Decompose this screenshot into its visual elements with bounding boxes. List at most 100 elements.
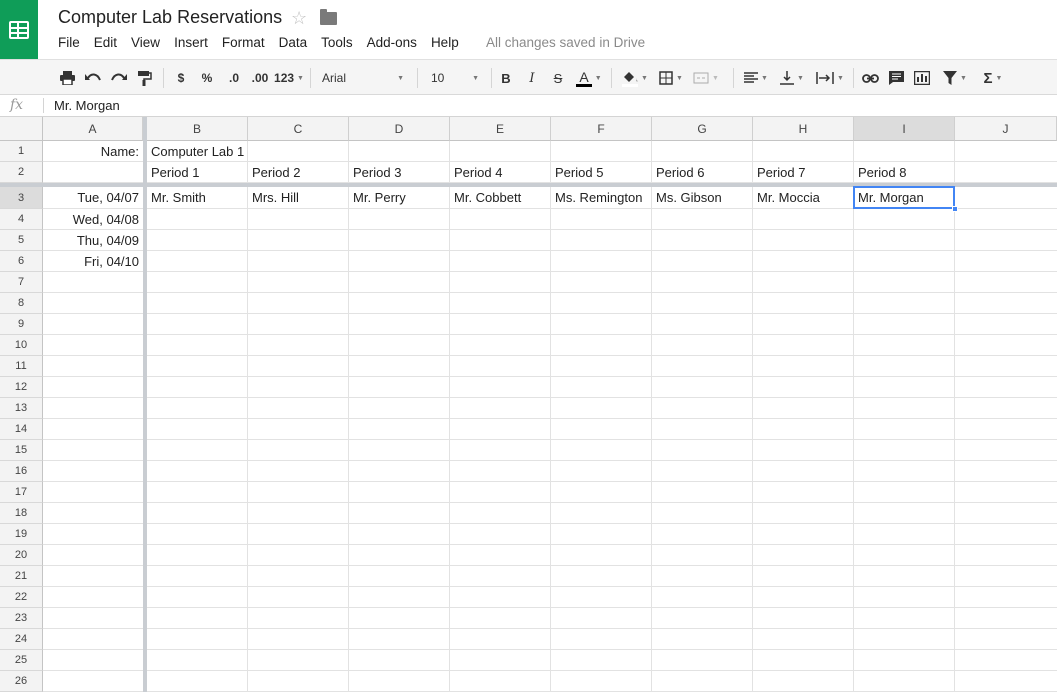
row-header-3[interactable]: 3 [0, 187, 43, 209]
row-header-24[interactable]: 24 [0, 629, 43, 650]
currency-button[interactable]: $ [173, 67, 189, 89]
menu-file[interactable]: File [58, 35, 80, 50]
print-icon[interactable] [58, 67, 76, 89]
cell-b1[interactable]: Computer Lab 1 [151, 144, 244, 159]
row-header-22[interactable]: 22 [0, 587, 43, 608]
menu-tools[interactable]: Tools [321, 35, 353, 50]
menu-data[interactable]: Data [279, 35, 308, 50]
cell-a6[interactable]: Fri, 04/10 [43, 254, 139, 269]
column-header-b[interactable]: B [147, 117, 248, 141]
comment-icon[interactable] [886, 67, 906, 89]
row-header-14[interactable]: 14 [0, 419, 43, 440]
menu-help[interactable]: Help [431, 35, 459, 50]
row-header-20[interactable]: 20 [0, 545, 43, 566]
row-header-19[interactable]: 19 [0, 524, 43, 545]
menu-add-ons[interactable]: Add-ons [367, 35, 417, 50]
cell-a3[interactable]: Tue, 04/07 [43, 190, 139, 205]
column-header-a[interactable]: A [43, 117, 143, 141]
cell-d2[interactable]: Period 3 [353, 165, 401, 180]
cell-f2[interactable]: Period 5 [555, 165, 603, 180]
formula-input[interactable]: Mr. Morgan [54, 98, 120, 113]
cell-f3[interactable]: Ms. Remington [555, 190, 642, 205]
freeze-row-handle[interactable] [0, 183, 1057, 187]
row-header-23[interactable]: 23 [0, 608, 43, 629]
column-header-c[interactable]: C [248, 117, 349, 141]
functions-button[interactable]: Σ ▼ [978, 67, 1008, 89]
row-header-13[interactable]: 13 [0, 398, 43, 419]
cell-a5[interactable]: Thu, 04/09 [43, 233, 139, 248]
row-header-25[interactable]: 25 [0, 650, 43, 671]
percent-button[interactable]: % [199, 67, 215, 89]
menu-format[interactable]: Format [222, 35, 265, 50]
decrease-decimals-button[interactable]: .0 [224, 67, 244, 89]
row-header-7[interactable]: 7 [0, 272, 43, 293]
row-header-18[interactable]: 18 [0, 503, 43, 524]
menu-edit[interactable]: Edit [94, 35, 117, 50]
cell-e3[interactable]: Mr. Cobbett [454, 190, 521, 205]
menu-insert[interactable]: Insert [174, 35, 208, 50]
row-header-9[interactable]: 9 [0, 314, 43, 335]
text-wrap-button[interactable]: ▼ [812, 67, 848, 89]
save-status[interactable]: All changes saved in Drive [486, 35, 645, 50]
borders-button[interactable]: ▼ [656, 67, 686, 89]
vertical-align-button[interactable]: ▼ [776, 67, 808, 89]
row-header-10[interactable]: 10 [0, 335, 43, 356]
cell-b3[interactable]: Mr. Smith [151, 190, 206, 205]
folder-icon[interactable] [320, 9, 337, 25]
cell-e2[interactable]: Period 4 [454, 165, 502, 180]
cell-h2[interactable]: Period 7 [757, 165, 805, 180]
font-family-select[interactable]: Arial ▼ [318, 67, 408, 89]
chart-icon[interactable] [912, 67, 932, 89]
italic-button[interactable]: I [524, 67, 540, 89]
row-header-17[interactable]: 17 [0, 482, 43, 503]
strikethrough-button[interactable]: S [550, 67, 566, 89]
cell-h3[interactable]: Mr. Moccia [757, 190, 820, 205]
font-size-select[interactable]: 10 ▼ [427, 67, 483, 89]
undo-icon[interactable] [84, 67, 102, 89]
column-header-j[interactable]: J [955, 117, 1057, 141]
row-header-8[interactable]: 8 [0, 293, 43, 314]
fill-handle[interactable] [952, 206, 958, 212]
redo-icon[interactable] [110, 67, 128, 89]
merge-cells-button[interactable]: ▼ [690, 67, 722, 89]
sheets-logo[interactable] [0, 0, 38, 59]
cell-a4[interactable]: Wed, 04/08 [43, 212, 139, 227]
row-header-11[interactable]: 11 [0, 356, 43, 377]
cell-g2[interactable]: Period 6 [656, 165, 704, 180]
fill-color-button[interactable]: ▼ [619, 67, 651, 89]
cell-a1[interactable]: Name: [43, 144, 139, 159]
row-header-2[interactable]: 2 [0, 162, 43, 183]
freeze-column-handle[interactable] [143, 117, 147, 692]
link-icon[interactable] [860, 67, 880, 89]
row-header-15[interactable]: 15 [0, 440, 43, 461]
document-title[interactable]: Computer Lab Reservations [58, 7, 282, 28]
row-header-4[interactable]: 4 [0, 209, 43, 230]
column-header-d[interactable]: D [349, 117, 450, 141]
cell-g3[interactable]: Ms. Gibson [656, 190, 722, 205]
cell-d3[interactable]: Mr. Perry [353, 190, 406, 205]
horizontal-align-button[interactable]: ▼ [740, 67, 772, 89]
more-formats-button[interactable]: 123 ▼ [274, 67, 304, 89]
star-icon[interactable]: ☆ [291, 7, 307, 29]
row-header-6[interactable]: 6 [0, 251, 43, 272]
paint-format-icon[interactable] [136, 67, 154, 89]
cell-i2[interactable]: Period 8 [858, 165, 906, 180]
menu-view[interactable]: View [131, 35, 160, 50]
filter-button[interactable]: ▼ [938, 67, 972, 89]
column-header-g[interactable]: G [652, 117, 753, 141]
column-header-e[interactable]: E [450, 117, 551, 141]
row-header-1[interactable]: 1 [0, 141, 43, 162]
column-header-i[interactable]: I [854, 117, 955, 141]
column-header-h[interactable]: H [753, 117, 854, 141]
cell-i3[interactable]: Mr. Morgan [858, 190, 924, 205]
text-color-button[interactable]: A ▼ [572, 67, 606, 89]
row-header-21[interactable]: 21 [0, 566, 43, 587]
row-header-5[interactable]: 5 [0, 230, 43, 251]
cell-c3[interactable]: Mrs. Hill [252, 190, 299, 205]
column-header-f[interactable]: F [551, 117, 652, 141]
select-all-corner[interactable] [0, 117, 43, 141]
cell-b2[interactable]: Period 1 [151, 165, 199, 180]
row-header-16[interactable]: 16 [0, 461, 43, 482]
row-header-26[interactable]: 26 [0, 671, 43, 692]
cell-c2[interactable]: Period 2 [252, 165, 300, 180]
